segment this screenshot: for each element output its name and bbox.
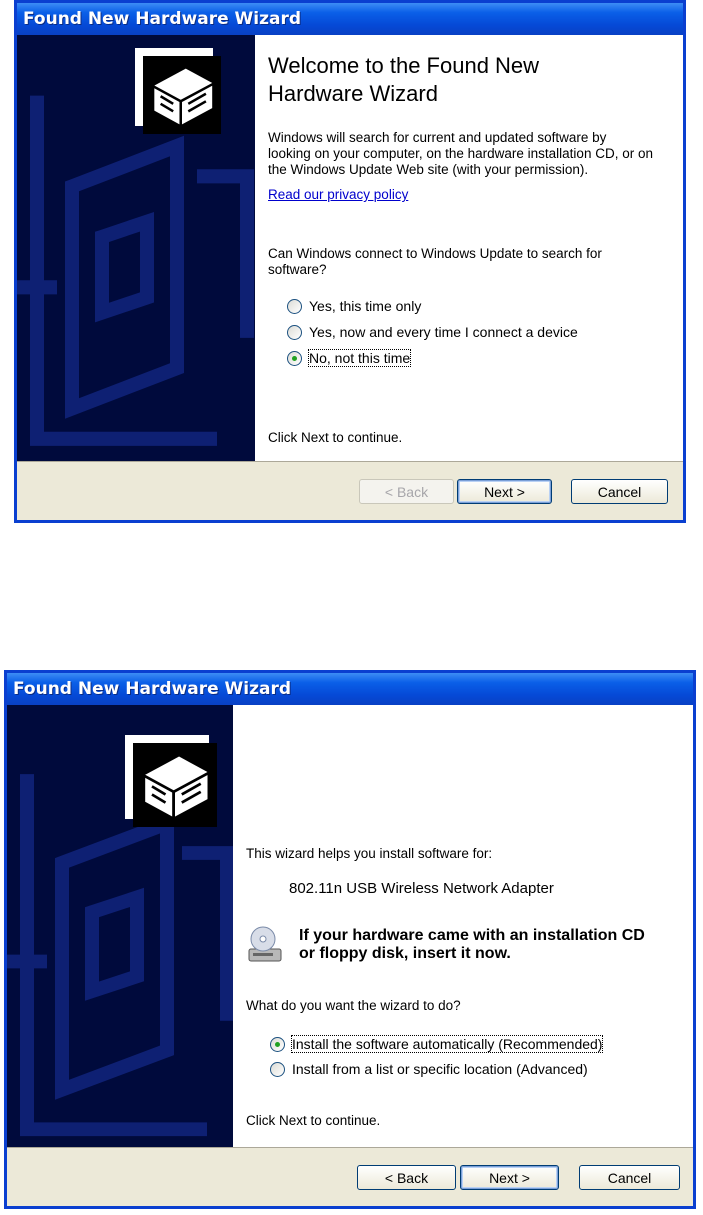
radio-install-from-list[interactable]: Install from a list or specific location… <box>270 1060 588 1078</box>
title-bar[interactable]: Found New Hardware Wizard <box>7 673 693 705</box>
back-button[interactable]: < Back <box>359 479 454 504</box>
footer-instruction: Click Next to continue. <box>246 1113 381 1128</box>
cancel-button[interactable]: Cancel <box>571 479 668 504</box>
radio-install-automatically[interactable]: Install the software automatically (Reco… <box>270 1035 604 1053</box>
footer-instruction: Click Next to continue. <box>268 430 403 445</box>
next-button[interactable]: Next > <box>460 1165 559 1190</box>
hardware-wizard-icon <box>135 48 221 134</box>
radio-no-not-this-time[interactable]: No, not this time <box>287 349 412 367</box>
question-text: Can Windows connect to Windows Update to… <box>268 246 602 277</box>
next-button[interactable]: Next > <box>457 479 552 504</box>
wizard-dialog-install: Found New Hardware Wizard This wizard he… <box>4 670 696 1209</box>
radio-button-selected-icon[interactable] <box>287 351 302 366</box>
wizard-sidebar <box>7 705 233 1148</box>
window-title: Found New Hardware Wizard <box>23 9 302 29</box>
radio-button-icon[interactable] <box>270 1062 285 1077</box>
title-bar[interactable]: Found New Hardware Wizard <box>17 3 683 35</box>
radio-yes-this-time[interactable]: Yes, this time only <box>287 297 421 315</box>
back-button[interactable]: < Back <box>357 1165 456 1190</box>
button-bar: < Back Next > Cancel <box>17 461 683 520</box>
wizard-content: This wizard helps you install software f… <box>233 705 693 1148</box>
button-bar: < Back Next > Cancel <box>7 1147 693 1206</box>
radio-button-selected-icon[interactable] <box>270 1037 285 1052</box>
radio-yes-every-time[interactable]: Yes, now and every time I connect a devi… <box>287 323 578 341</box>
cd-drive-icon <box>245 925 285 965</box>
intro-text: Windows will search for current and upda… <box>268 130 653 177</box>
radio-button-icon[interactable] <box>287 299 302 314</box>
intro-text: This wizard helps you install software f… <box>246 846 493 861</box>
hardware-wizard-icon <box>125 735 217 827</box>
wizard-sidebar <box>17 35 255 462</box>
wizard-dialog-welcome: Found New Hardware Wizard Welcome to the… <box>14 0 686 523</box>
radio-button-icon[interactable] <box>287 325 302 340</box>
wizard-heading: Welcome to the Found New Hardware Wizard <box>268 53 540 106</box>
device-name: 802.11n USB Wireless Network Adapter <box>289 880 554 897</box>
question-text: What do you want the wizard to do? <box>246 998 461 1013</box>
privacy-policy-link[interactable]: Read our privacy policy <box>268 187 408 203</box>
insert-cd-message: If your hardware came with an installati… <box>299 927 645 962</box>
window-title: Found New Hardware Wizard <box>13 679 292 699</box>
wizard-content: Welcome to the Found New Hardware Wizard… <box>255 35 683 462</box>
cancel-button[interactable]: Cancel <box>579 1165 680 1190</box>
